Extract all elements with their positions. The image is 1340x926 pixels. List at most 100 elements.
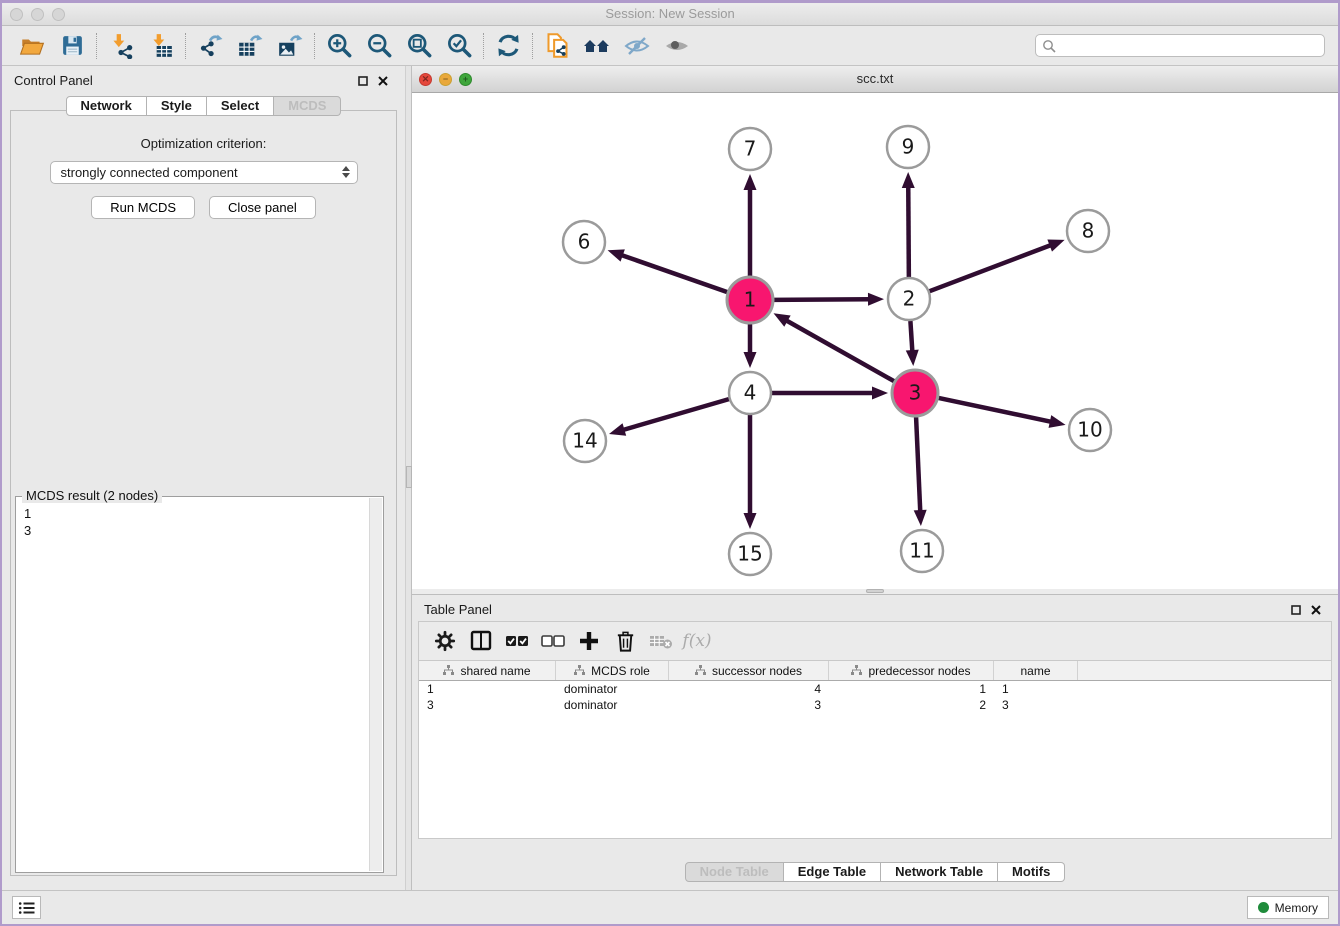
float-panel-icon[interactable]: [1290, 604, 1302, 616]
add-column-button[interactable]: [571, 626, 607, 656]
zoom-in-button[interactable]: [319, 30, 359, 62]
zoom-selected-icon: [446, 32, 473, 59]
mcds-result-box: MCDS result (2 nodes) 1 3: [15, 496, 384, 873]
edge-arrowhead-icon: [1047, 239, 1064, 251]
panel-splitter[interactable]: [405, 66, 412, 890]
show-panel-button[interactable]: [657, 30, 697, 62]
network-bottom-splitter[interactable]: [412, 589, 1338, 594]
trash-icon: [614, 630, 637, 653]
tab-style[interactable]: Style: [147, 96, 207, 116]
import-network-button[interactable]: [101, 30, 141, 62]
memory-button[interactable]: Memory: [1247, 896, 1329, 919]
graph-node-label: 11: [909, 539, 934, 563]
delete-table-icon: [648, 628, 674, 654]
control-panel-title: Control Panel: [14, 73, 93, 88]
splitter-handle[interactable]: [866, 589, 884, 593]
export-image-button[interactable]: [270, 30, 310, 62]
select-all-button[interactable]: [499, 626, 535, 656]
tree-icon: [574, 665, 585, 676]
delete-column-button[interactable]: [607, 626, 643, 656]
toolbar-separator: [185, 33, 186, 59]
criterion-dropdown[interactable]: strongly connected component: [50, 161, 358, 184]
tab-mcds[interactable]: MCDS: [274, 96, 341, 116]
tab-network-table[interactable]: Network Table: [881, 862, 998, 882]
zoom-fit-icon: [406, 32, 433, 59]
open-file-icon: [19, 33, 45, 59]
apply-layout-button[interactable]: [488, 30, 528, 62]
search-input[interactable]: [1061, 39, 1318, 53]
graph-node-label: 15: [737, 542, 762, 566]
gear-button[interactable]: [427, 626, 463, 656]
column-header-shared-name[interactable]: shared name: [419, 661, 556, 680]
table-panel-title: Table Panel: [424, 602, 492, 617]
run-mcds-button[interactable]: Run MCDS: [91, 196, 195, 219]
zoom-out-button[interactable]: [359, 30, 399, 62]
table-toolbar: f(x): [418, 621, 1332, 661]
node-table[interactable]: shared nameMCDS rolesuccessor nodesprede…: [418, 661, 1332, 839]
control-panel-tabs: NetworkStyleSelectMCDS: [2, 96, 405, 116]
edge-arrowhead-icon: [608, 249, 625, 261]
import-table-button[interactable]: [141, 30, 181, 62]
column-header-name[interactable]: name: [994, 661, 1078, 680]
graph-node-label: 8: [1082, 219, 1095, 243]
edge-arrowhead-icon: [744, 513, 757, 529]
network-overview-icon: [583, 32, 611, 60]
table-cell: 1: [994, 682, 1078, 696]
memory-status-icon: [1258, 902, 1269, 913]
zoom-fit-button[interactable]: [399, 30, 439, 62]
graph-edge[interactable]: [916, 417, 920, 512]
scrollbar[interactable]: [369, 498, 382, 871]
function-builder-button[interactable]: f(x): [679, 626, 715, 656]
edge-arrowhead-icon: [902, 172, 915, 188]
show-panel-icon: [663, 32, 691, 60]
column-view-button[interactable]: [463, 626, 499, 656]
table-body: 1dominator4113dominator323: [419, 681, 1331, 713]
graph-edge[interactable]: [930, 245, 1052, 291]
table-cell: dominator: [556, 682, 669, 696]
graph-node-label: 9: [902, 135, 915, 159]
column-header-successor-nodes[interactable]: successor nodes: [669, 661, 829, 680]
export-network-button[interactable]: [190, 30, 230, 62]
duplicate-network-button[interactable]: [537, 30, 577, 62]
graph-edge[interactable]: [910, 321, 912, 352]
network-canvas[interactable]: 1234678910111415: [412, 93, 1338, 589]
close-panel-icon[interactable]: [1310, 604, 1322, 616]
zoom-selected-button[interactable]: [439, 30, 479, 62]
column-header-predecessor-nodes[interactable]: predecessor nodes: [829, 661, 994, 680]
open-file-button[interactable]: [12, 30, 52, 62]
float-panel-icon[interactable]: [357, 75, 369, 87]
export-table-button[interactable]: [230, 30, 270, 62]
network-overview-button[interactable]: [577, 30, 617, 62]
show-panels-button[interactable]: [12, 896, 41, 919]
hide-panel-button[interactable]: [617, 30, 657, 62]
graph-edge[interactable]: [774, 299, 870, 300]
tab-node-table[interactable]: Node Table: [685, 862, 784, 882]
main-titlebar: Session: New Session: [2, 3, 1338, 26]
graph-edge[interactable]: [908, 186, 909, 277]
table-tabs: Node TableEdge TableNetwork TableMotifs: [412, 862, 1338, 882]
tab-motifs[interactable]: Motifs: [998, 862, 1065, 882]
close-panel-button[interactable]: Close panel: [209, 196, 316, 219]
deselect-all-button[interactable]: [535, 626, 571, 656]
main-toolbar: [2, 26, 1338, 66]
delete-table-button[interactable]: [643, 626, 679, 656]
tab-edge-table[interactable]: Edge Table: [784, 862, 881, 882]
edge-arrowhead-icon: [868, 293, 884, 306]
table-row[interactable]: 1dominator411: [419, 681, 1331, 697]
graph-edge[interactable]: [786, 320, 894, 381]
save-session-button[interactable]: [52, 30, 92, 62]
toolbar-separator: [96, 33, 97, 59]
graph-edge[interactable]: [621, 255, 728, 292]
table-header-row: shared nameMCDS rolesuccessor nodesprede…: [419, 661, 1331, 681]
graph-edge[interactable]: [622, 399, 728, 430]
close-panel-icon[interactable]: [377, 75, 389, 87]
tab-network[interactable]: Network: [66, 96, 147, 116]
column-header-MCDS-role[interactable]: MCDS role: [556, 661, 669, 680]
optimization-criterion-label: Optimization criterion:: [11, 136, 396, 151]
graph-edge[interactable]: [938, 398, 1051, 422]
table-row[interactable]: 3dominator323: [419, 697, 1331, 713]
chevron-up-down-icon: [342, 166, 350, 178]
tab-select[interactable]: Select: [207, 96, 274, 116]
search-field[interactable]: [1035, 34, 1325, 57]
table-panel: Table Panel: [412, 595, 1338, 890]
